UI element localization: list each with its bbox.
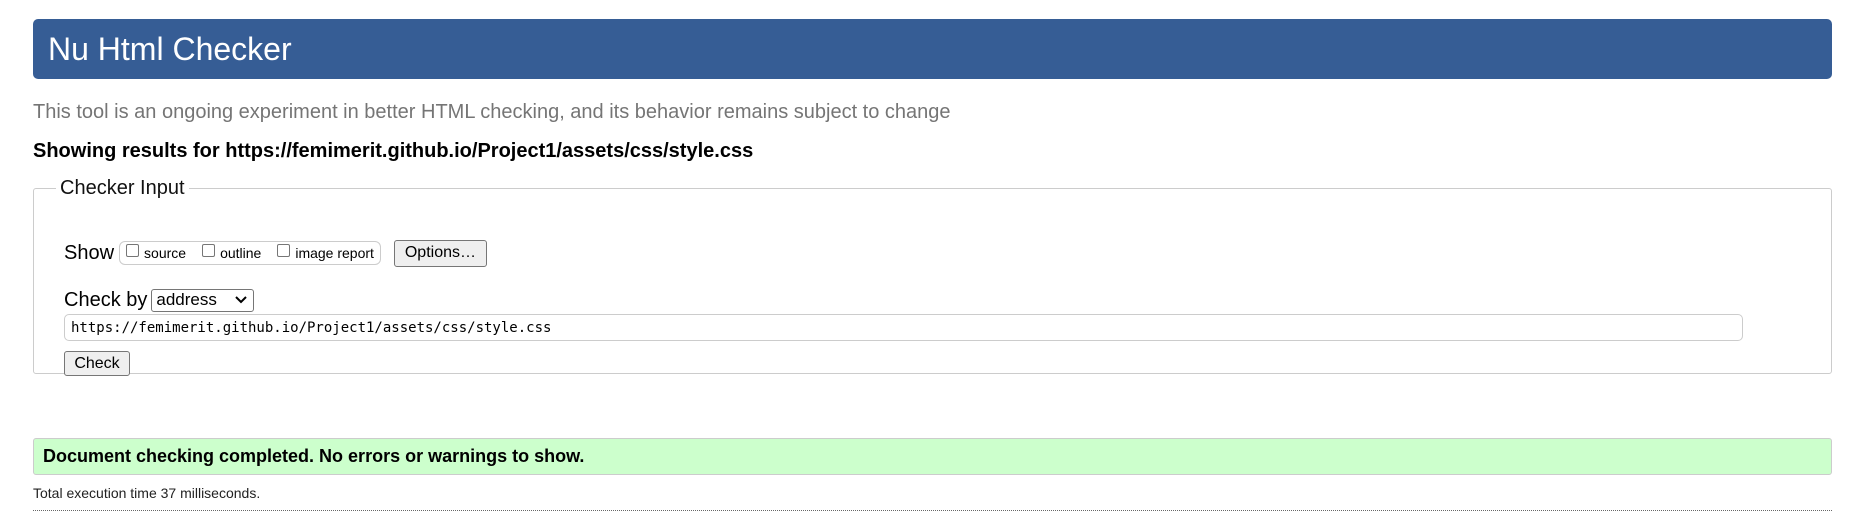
- header-banner: Nu Html Checker: [33, 19, 1832, 79]
- check-button[interactable]: Check: [64, 351, 130, 376]
- outline-checkbox[interactable]: [202, 243, 216, 257]
- source-checkbox-label: source: [144, 245, 187, 261]
- show-outline-option[interactable]: outline: [202, 243, 262, 261]
- check-by-select[interactable]: address: [151, 288, 255, 312]
- check-by-row: Check by address: [64, 286, 255, 314]
- show-label: Show: [64, 241, 115, 264]
- page-title: Nu Html Checker: [48, 31, 292, 67]
- check-by-label: Check by: [64, 288, 148, 311]
- options-button[interactable]: Options…: [393, 239, 487, 267]
- divider: [33, 510, 1832, 511]
- outline-checkbox-label: outline: [220, 245, 262, 261]
- checker-input-fieldset: Checker Input Show source outline image …: [33, 177, 1832, 376]
- page: Nu Html Checker This tool is an ongoing …: [0, 0, 1850, 518]
- results-for-heading: Showing results for https://femimerit.gi…: [33, 140, 754, 162]
- show-options-row: Show source outline image report Options…: [64, 238, 487, 268]
- checker-input-legend: Checker Input: [60, 177, 185, 199]
- show-checkbox-group: source outline image report: [119, 241, 381, 265]
- image-report-checkbox[interactable]: [277, 243, 291, 257]
- success-message: Document checking completed. No errors o…: [33, 438, 1832, 475]
- show-source-option[interactable]: source: [126, 243, 187, 261]
- chevron-down-icon: [235, 296, 248, 304]
- url-input[interactable]: https://femimerit.github.io/Project1/ass…: [64, 314, 1743, 341]
- source-checkbox[interactable]: [126, 243, 140, 257]
- execution-time: Total execution time 37 milliseconds.: [33, 485, 261, 501]
- check-by-selected-value: address: [156, 290, 217, 309]
- image-report-checkbox-label: image report: [295, 245, 374, 261]
- show-image-report-option[interactable]: image report: [277, 243, 374, 261]
- tool-description: This tool is an ongoing experiment in be…: [33, 101, 951, 123]
